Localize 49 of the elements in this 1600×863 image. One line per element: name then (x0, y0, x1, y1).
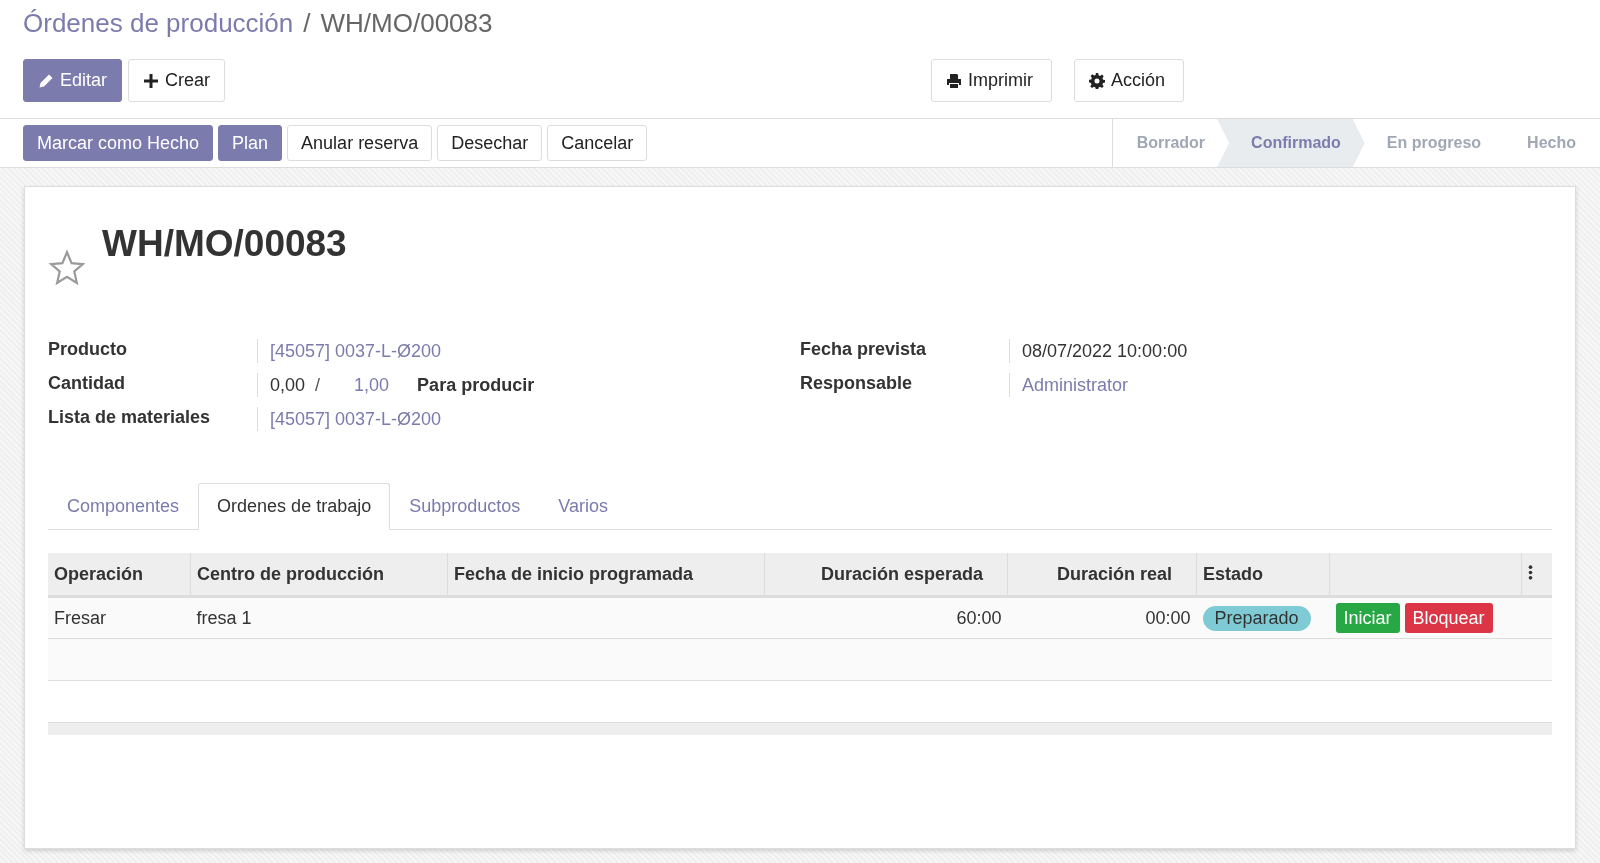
field-value: 1,00 (354, 374, 390, 396)
star-icon[interactable] (48, 249, 86, 287)
action-button[interactable]: Plan (218, 125, 283, 161)
column-header[interactable]: Centro de producción (190, 553, 448, 597)
column-header[interactable]: Duración esperada (764, 553, 1008, 597)
table-cell: fresa 1 (190, 596, 448, 639)
field-value: 0,00 (270, 374, 306, 396)
action-button[interactable]: Desechar (437, 125, 543, 161)
gear-icon (1089, 72, 1106, 89)
action-button[interactable]: Marcar como Hecho (23, 125, 214, 161)
record-title: WH/MO/00083 (102, 223, 347, 265)
toolbar-menu-button[interactable]: Acción (1074, 59, 1185, 102)
printer-icon (946, 72, 963, 89)
breadcrumb-current: WH/MO/00083 (320, 8, 493, 39)
tab[interactable]: Ordenes de trabajo (198, 483, 391, 530)
field-link[interactable]: [45057] 0037-L-Ø200 (270, 408, 442, 430)
create-button[interactable]: Crear (128, 59, 226, 102)
tab[interactable]: Componentes (48, 483, 199, 530)
action-button[interactable]: Cancelar (547, 125, 648, 161)
toolbar-menu-button[interactable]: Imprimir (931, 59, 1053, 102)
field-label: Cantidad (48, 373, 258, 397)
field-label: Lista de materiales (48, 407, 258, 431)
breadcrumb-separator: / (303, 8, 311, 39)
field-link[interactable]: Administrator (1022, 374, 1129, 396)
status-stage: Confirmado (1217, 119, 1365, 167)
breadcrumb-link[interactable]: Órdenes de producción (23, 8, 294, 39)
plus-icon (143, 72, 160, 89)
column-header[interactable]: Estado (1196, 553, 1330, 597)
table-cell: 60:00 (764, 596, 1008, 639)
action-button[interactable]: Anular reserva (287, 125, 433, 161)
field-label: Responsable (800, 373, 1010, 397)
field-label: Producto (48, 339, 258, 363)
row-action-button[interactable]: Bloquear (1404, 603, 1493, 633)
edit-button[interactable]: Editar (23, 59, 123, 102)
column-header[interactable]: Operación (48, 553, 191, 597)
column-header[interactable]: Fecha de inicio programada (447, 553, 765, 597)
tab[interactable]: Subproductos (390, 483, 540, 530)
tab[interactable]: Varios (539, 483, 627, 530)
field-value: 08/07/2022 10:00:00 (1022, 340, 1188, 362)
table-cell: 00:00 (1007, 596, 1197, 639)
field-label: Para producir (417, 374, 535, 396)
column-header[interactable]: Duración real (1007, 553, 1197, 597)
pencil-icon (38, 72, 54, 89)
status-badge: Preparado (1202, 605, 1311, 631)
table-cell: Fresar (48, 596, 191, 639)
field-separator: / (315, 374, 321, 396)
field-link[interactable]: [45057] 0037-L-Ø200 (270, 340, 442, 362)
field-label: Fecha prevista (800, 339, 1010, 363)
more-options-icon[interactable] (1528, 564, 1533, 580)
